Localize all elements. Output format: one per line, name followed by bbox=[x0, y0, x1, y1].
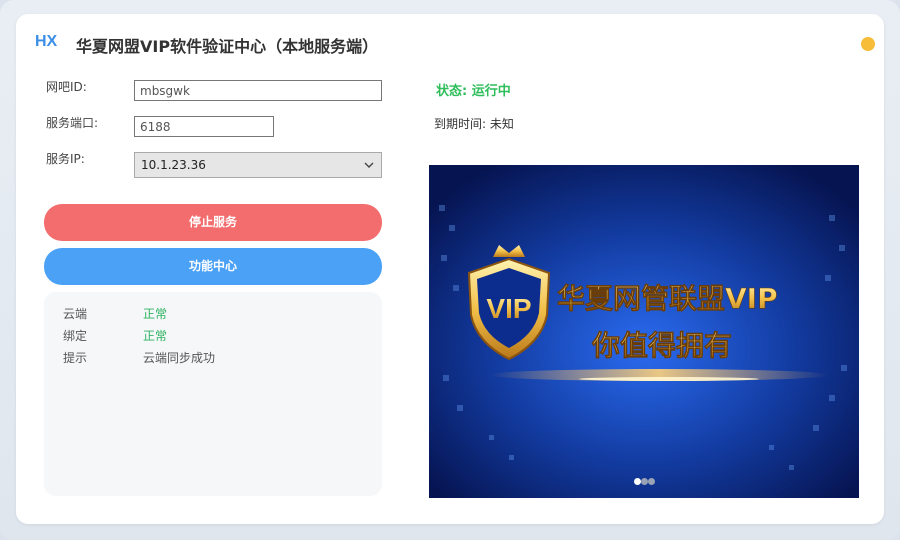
banner-graphic: VIP 华夏网管联盟VIP 你值得拥有 bbox=[429, 165, 859, 498]
carousel-indicators bbox=[429, 470, 859, 489]
banner-headline: 华夏网管联盟VIP bbox=[557, 282, 778, 315]
stop-service-button[interactable]: 停止服务 bbox=[44, 204, 382, 241]
info-value: 正常 bbox=[143, 307, 168, 321]
title-bar[interactable]: HX 华夏网盟VIP软件验证中心（本地服务端） bbox=[16, 14, 884, 72]
service-ip-label: 服务IP: bbox=[46, 152, 85, 166]
info-value: 云端同步成功 bbox=[143, 351, 216, 365]
netcafe-id-label: 网吧ID: bbox=[46, 80, 87, 94]
info-value: 正常 bbox=[143, 329, 168, 343]
expire-time: 到期时间: 未知 bbox=[434, 117, 514, 131]
app-logo: HX bbox=[35, 33, 58, 50]
info-panel: 云端 正常 绑定 正常 提示 云端同步成功 bbox=[44, 292, 382, 496]
service-ip-value: 10.1.23.36 bbox=[141, 158, 206, 172]
carousel-dot[interactable] bbox=[647, 478, 655, 485]
function-center-button[interactable]: 功能中心 bbox=[44, 248, 382, 285]
promo-banner[interactable]: VIP 华夏网管联盟VIP 你值得拥有 bbox=[429, 165, 859, 498]
service-port-input[interactable] bbox=[134, 116, 274, 137]
carousel-dot[interactable] bbox=[640, 478, 648, 485]
info-row-bind: 绑定 正常 bbox=[63, 327, 167, 344]
info-row-tip: 提示 云端同步成功 bbox=[63, 349, 215, 366]
banner-subline: 你值得拥有 bbox=[591, 329, 732, 362]
status-dot-icon[interactable] bbox=[861, 37, 875, 51]
info-key: 提示 bbox=[63, 351, 88, 365]
chevron-down-icon bbox=[364, 162, 374, 168]
service-status: 状态: 运行中 bbox=[436, 84, 511, 99]
netcafe-id-input[interactable] bbox=[134, 80, 382, 101]
app-background: HX 华夏网盟VIP软件验证中心（本地服务端） 网吧ID: 服务端口: 服务IP… bbox=[0, 0, 900, 540]
main-window: HX 华夏网盟VIP软件验证中心（本地服务端） 网吧ID: 服务端口: 服务IP… bbox=[16, 14, 884, 524]
info-key: 绑定 bbox=[63, 329, 88, 343]
service-ip-select[interactable]: 10.1.23.36 bbox=[134, 152, 382, 178]
service-port-label: 服务端口: bbox=[46, 116, 99, 130]
carousel-dot[interactable] bbox=[633, 478, 641, 485]
info-row-cloud: 云端 正常 bbox=[63, 305, 167, 322]
info-key: 云端 bbox=[63, 307, 88, 321]
window-title: 华夏网盟VIP软件验证中心（本地服务端） bbox=[76, 37, 379, 56]
vip-badge-text: VIP bbox=[486, 293, 531, 324]
